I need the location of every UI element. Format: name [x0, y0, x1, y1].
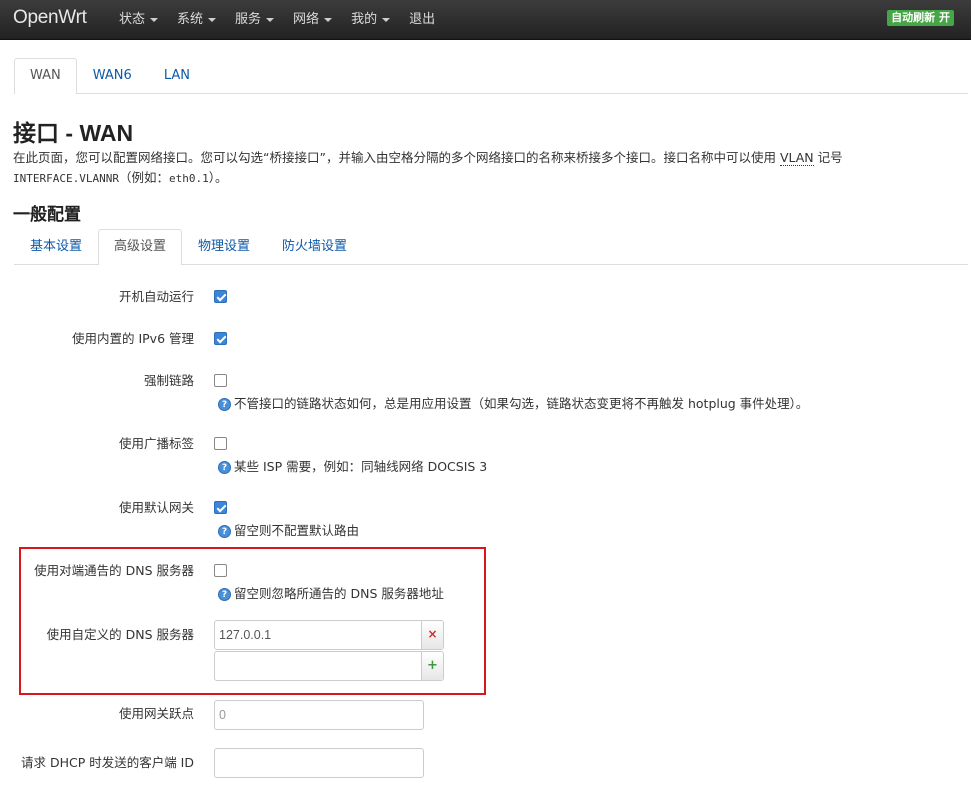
page-title: 接口 - WAN	[13, 120, 134, 146]
help-icon: ?	[218, 460, 231, 474]
menu-label: 状态	[119, 12, 146, 27]
field-label: 使用广播标签	[118, 436, 194, 451]
force-link-checkbox[interactable]	[214, 374, 227, 387]
help-label: 不管接口的链路状态如何，总是用应用设置（如果勾选，链路状态变更将不再触发 hot…	[234, 396, 809, 411]
tab-lan[interactable]: LAN	[148, 58, 206, 94]
tab-physical-settings[interactable]: 物理设置	[182, 229, 266, 265]
menu-label: 退出	[409, 12, 436, 27]
top-navbar: OpenWrt 状态 系统 服务 网络 我的 退出 自动刷新 开	[0, 0, 971, 40]
menu-label: 网络	[293, 12, 320, 27]
page-description: 在此页面，您可以配置网络接口。您可以勾选“桥接接口”，并输入由空格分隔的多个网络…	[13, 148, 913, 189]
caret-down-icon	[266, 18, 275, 22]
broadcast-flag-checkbox[interactable]	[214, 437, 227, 450]
tab-wan6[interactable]: WAN6	[77, 58, 148, 94]
section-title: 一般配置	[13, 205, 81, 225]
highlight-annotation-box	[19, 547, 486, 695]
help-text: ? 某些 ISP 需要，例如：同轴线网络 DOCSIS 3	[218, 458, 487, 476]
help-label: 留空则不配置默认路由	[234, 523, 360, 538]
field-label: 使用内置的 IPv6 管理	[71, 331, 194, 346]
field-label: 开机自动运行	[118, 289, 194, 304]
tab-basic-settings[interactable]: 基本设置	[14, 229, 98, 265]
menu-label: 我的	[351, 12, 378, 27]
menu-logout[interactable]: 退出	[409, 0, 435, 40]
gateway-metric-input[interactable]: 0	[214, 700, 424, 730]
desc-text: ）。	[208, 170, 228, 185]
menu-network[interactable]: 网络	[293, 0, 333, 40]
tab-wan[interactable]: WAN	[14, 58, 77, 94]
vlan-abbr: VLAN	[779, 150, 814, 166]
caret-down-icon	[208, 18, 217, 22]
menu-status[interactable]: 状态	[119, 0, 159, 40]
desc-code: eth0.1	[168, 172, 209, 185]
brand-logo[interactable]: OpenWrt	[13, 7, 87, 29]
menu-label: 服务	[235, 12, 262, 27]
tab-firewall-settings[interactable]: 防火墙设置	[266, 229, 363, 265]
ipv6-management-checkbox[interactable]	[214, 332, 227, 345]
menu-label: 系统	[177, 12, 204, 27]
desc-code: INTERFACE.VLANNR	[13, 172, 119, 185]
help-icon: ?	[218, 524, 231, 538]
field-label: 使用默认网关	[118, 500, 194, 515]
default-gateway-checkbox[interactable]	[214, 501, 227, 514]
menu-services[interactable]: 服务	[235, 0, 275, 40]
desc-text: 记号	[813, 150, 843, 165]
dhcp-client-id-input[interactable]	[214, 748, 424, 778]
caret-down-icon	[382, 18, 391, 22]
caret-down-icon	[324, 18, 333, 22]
tab-advanced-settings[interactable]: 高级设置	[98, 229, 183, 265]
main-menu: 状态 系统 服务 网络 我的 退出	[119, 0, 454, 40]
config-tabs: 基本设置 高级设置 物理设置 防火墙设置	[14, 229, 968, 265]
help-text: ? 不管接口的链路状态如何，总是用应用设置（如果勾选，链路状态变更将不再触发 ho…	[218, 395, 808, 413]
menu-mine[interactable]: 我的	[351, 0, 391, 40]
help-label: 某些 ISP 需要，例如：同轴线网络 DOCSIS 3	[234, 459, 488, 474]
field-label: 强制链路	[143, 373, 194, 388]
auto-start-checkbox[interactable]	[214, 290, 227, 303]
field-label: 使用网关跃点	[118, 706, 194, 721]
auto-refresh-badge[interactable]: 自动刷新 开	[887, 10, 954, 26]
help-text: ? 留空则不配置默认路由	[218, 522, 359, 540]
interface-tabs: WAN WAN6 LAN	[14, 58, 968, 94]
menu-system[interactable]: 系统	[177, 0, 217, 40]
desc-text: 在此页面，您可以配置网络接口。您可以勾选“桥接接口”，并输入由空格分隔的多个网络…	[13, 150, 780, 165]
help-icon: ?	[218, 397, 231, 411]
caret-down-icon	[150, 18, 159, 22]
desc-text: （例如：	[118, 170, 169, 185]
field-label: 请求 DHCP 时发送的客户端 ID	[20, 755, 194, 770]
